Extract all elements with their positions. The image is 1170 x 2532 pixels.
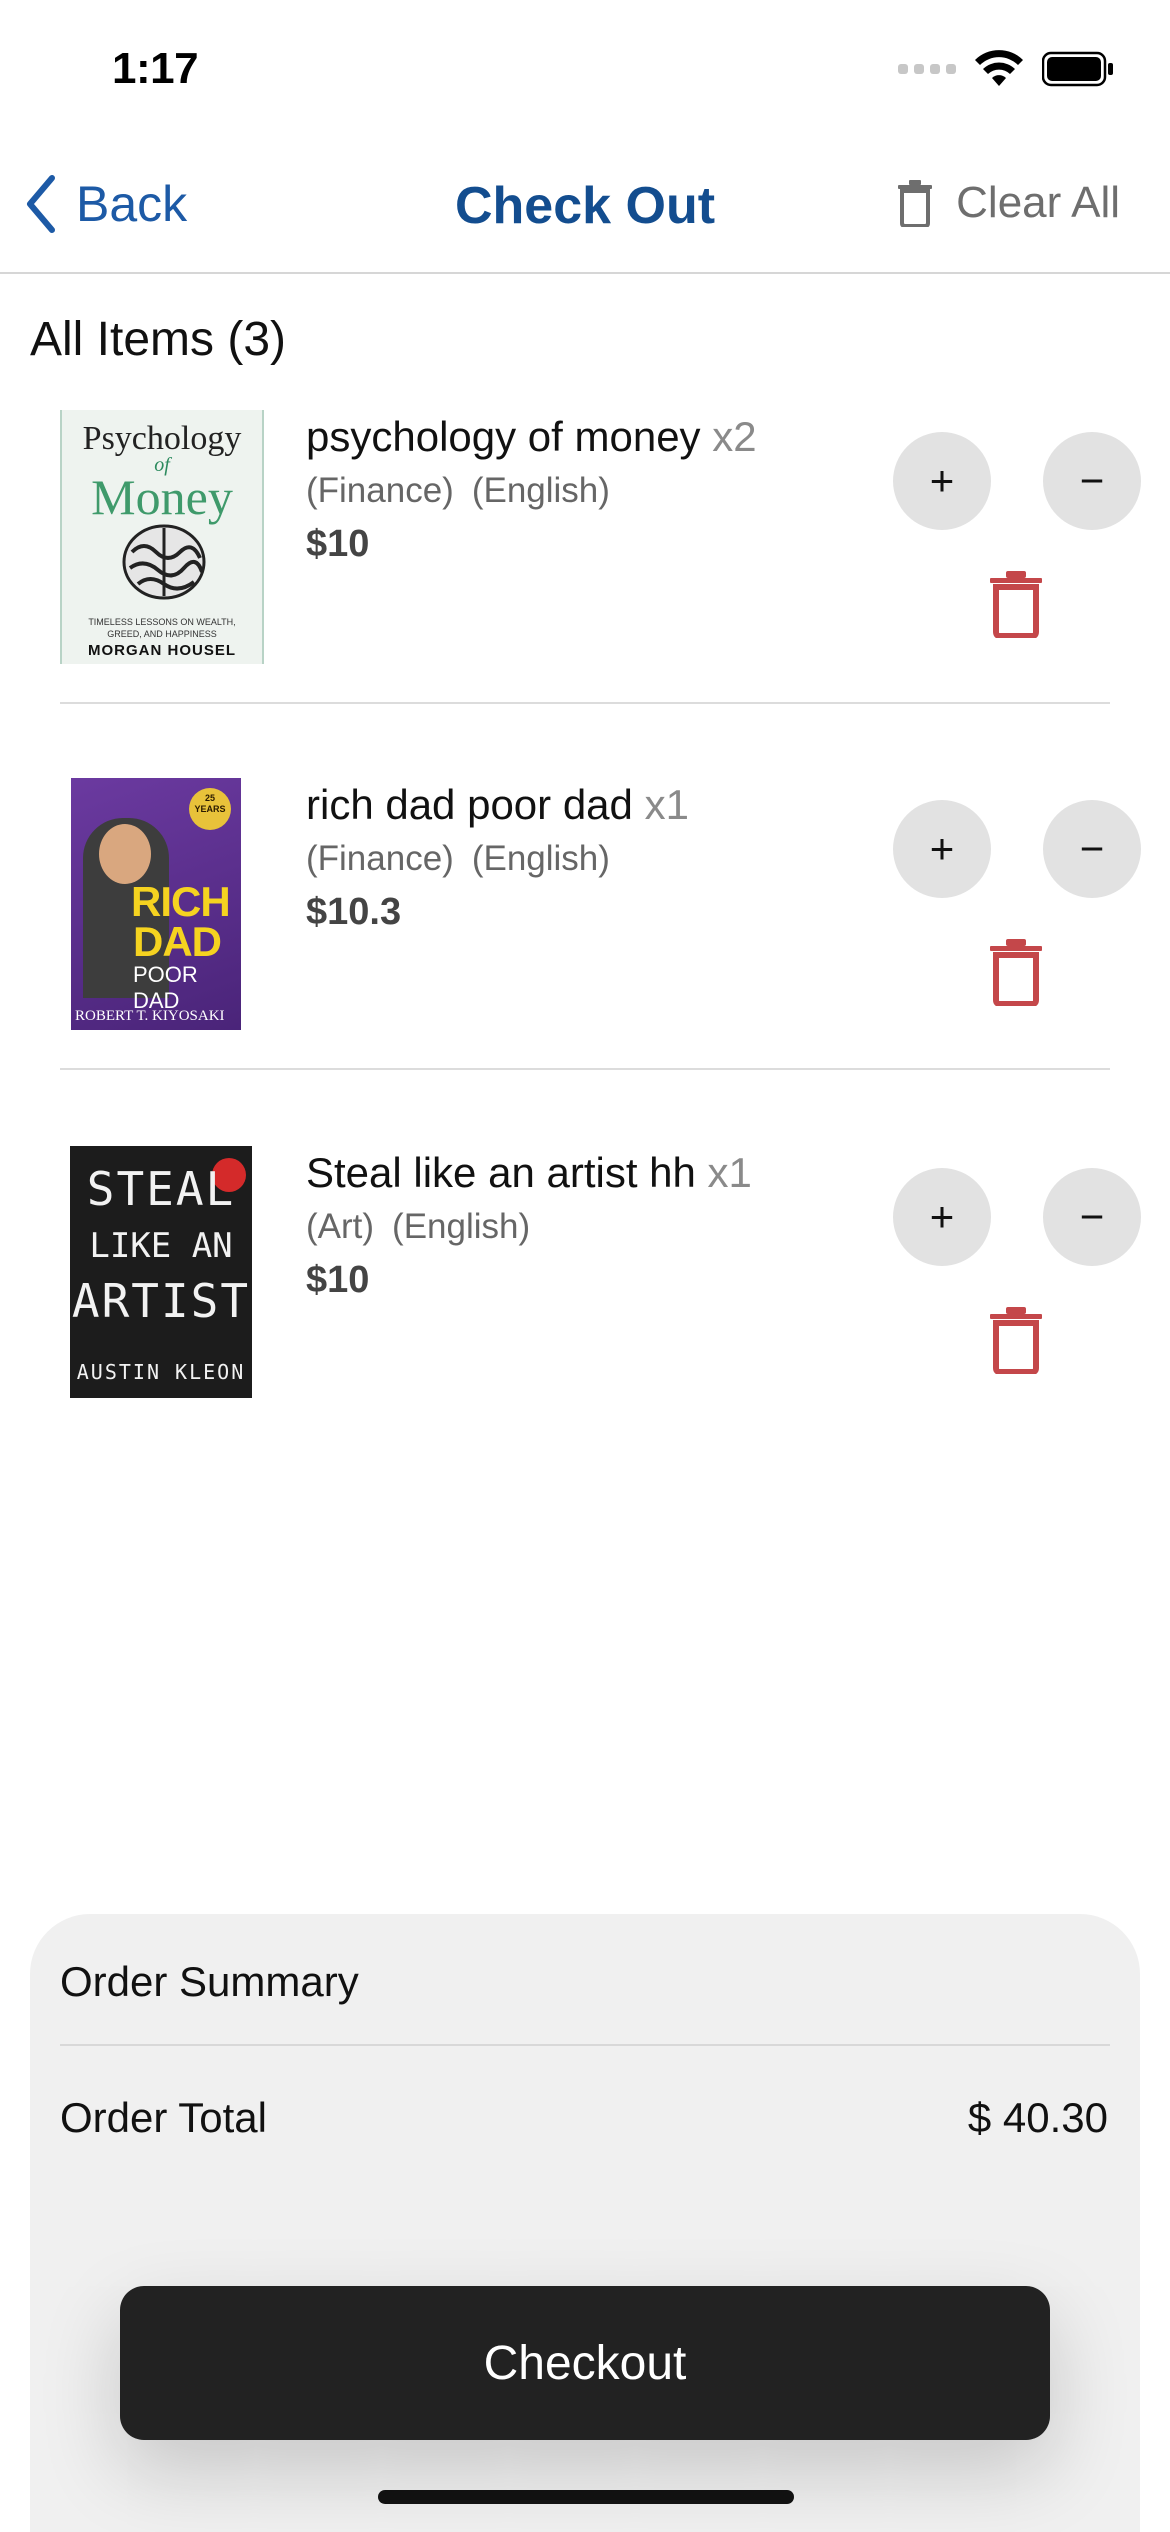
item-name-row: Steal like an artist hh x1	[306, 1149, 752, 1197]
remove-item-trash-icon[interactable]	[988, 938, 1044, 1006]
item-name-row: psychology of money x2	[306, 413, 757, 461]
cover-face	[99, 824, 151, 884]
status-time: 1:17	[112, 44, 199, 93]
remove-item-trash-icon[interactable]	[988, 1306, 1044, 1374]
cover-author: ROBERT T. KIYOSAKI	[75, 1008, 225, 1024]
cover-badge: 25 YEARS	[189, 788, 231, 830]
cover-title-line: Psychology	[82, 420, 242, 457]
cover-title-line: LIKE AN	[89, 1226, 233, 1266]
brain-illustration	[122, 524, 206, 600]
item-price: $10.3	[306, 891, 402, 933]
language-tag: (English)	[392, 1207, 531, 1246]
item-quantity: x1	[707, 1149, 752, 1196]
language-tag: (English)	[471, 839, 610, 878]
cover-title-line: ARTIST	[71, 1274, 251, 1328]
item-price: $10	[306, 523, 370, 565]
home-indicator	[378, 2490, 794, 2504]
section-title: All Items (3)	[30, 313, 287, 366]
wifi-icon	[975, 50, 1023, 86]
item-tags: (Art) (English)	[306, 1207, 530, 1247]
clear-all-button[interactable]: Clear All	[896, 178, 1120, 228]
item-quantity: x1	[644, 781, 689, 828]
language-tag: (English)	[471, 471, 610, 510]
cart-item: 25 YEARS RICH DAD POOR DAD ROBERT T. KIY…	[0, 773, 1170, 1141]
book-cover-image: STEAL LIKE AN ARTIST AUSTIN KLEON	[70, 1146, 252, 1398]
category-tag: (Art)	[306, 1207, 375, 1246]
item-price: $10	[306, 1259, 370, 1301]
clear-all-label: Clear All	[956, 178, 1120, 227]
cover-author: AUSTIN KLEON	[76, 1360, 246, 1384]
order-total-value: $ 40.30	[967, 2094, 1108, 2141]
trash-icon	[898, 180, 933, 227]
increase-quantity-button[interactable]: +	[893, 800, 991, 898]
cart-item: Psychology of Money TIMELESS LESSONS ON …	[0, 405, 1170, 773]
cover-author: MORGAN HOUSEL	[88, 642, 236, 659]
order-total-label: Order Total	[60, 2094, 267, 2141]
status-icons	[898, 50, 1114, 88]
item-name: psychology of money	[306, 413, 701, 460]
item-name-row: rich dad poor dad x1	[306, 781, 689, 829]
decrease-quantity-button[interactable]: −	[1043, 432, 1141, 530]
order-summary-title: Order Summary	[60, 1958, 359, 2005]
cover-title-line: STEAL	[86, 1162, 236, 1216]
book-cover-image: 25 YEARS RICH DAD POOR DAD ROBERT T. KIY…	[71, 778, 241, 1030]
category-tag: (Finance)	[306, 471, 454, 510]
cart-item: STEAL LIKE AN ARTIST AUSTIN KLEON Steal …	[0, 1141, 1170, 1509]
nav-bar: Back Check Out Clear All	[0, 140, 1170, 274]
item-name: Steal like an artist hh	[306, 1149, 696, 1196]
item-tags: (Finance) (English)	[306, 471, 610, 511]
cover-title-line: Money	[91, 469, 233, 525]
cellular-signal-icon	[898, 64, 956, 74]
item-divider	[60, 702, 1110, 704]
item-name: rich dad poor dad	[306, 781, 633, 828]
remove-item-trash-icon[interactable]	[988, 570, 1044, 638]
item-divider	[60, 1068, 1110, 1070]
cover-title-line: DAD	[133, 918, 222, 965]
book-cover-image: Psychology of Money TIMELESS LESSONS ON …	[60, 410, 264, 664]
cover-subtitle: TIMELESS LESSONS ON WEALTH, GREED, AND H…	[88, 617, 236, 639]
status-bar: 1:17	[0, 0, 1170, 130]
category-tag: (Finance)	[306, 839, 454, 878]
decrease-quantity-button[interactable]: −	[1043, 1168, 1141, 1266]
checkout-button[interactable]: Checkout	[120, 2286, 1050, 2440]
item-tags: (Finance) (English)	[306, 839, 610, 879]
decrease-quantity-button[interactable]: −	[1043, 800, 1141, 898]
item-quantity: x2	[712, 413, 757, 460]
increase-quantity-button[interactable]: +	[893, 1168, 991, 1266]
summary-divider	[60, 2044, 1110, 2046]
increase-quantity-button[interactable]: +	[893, 432, 991, 530]
cover-title-line: POOR DAD	[133, 962, 198, 1013]
battery-icon	[1042, 51, 1113, 87]
